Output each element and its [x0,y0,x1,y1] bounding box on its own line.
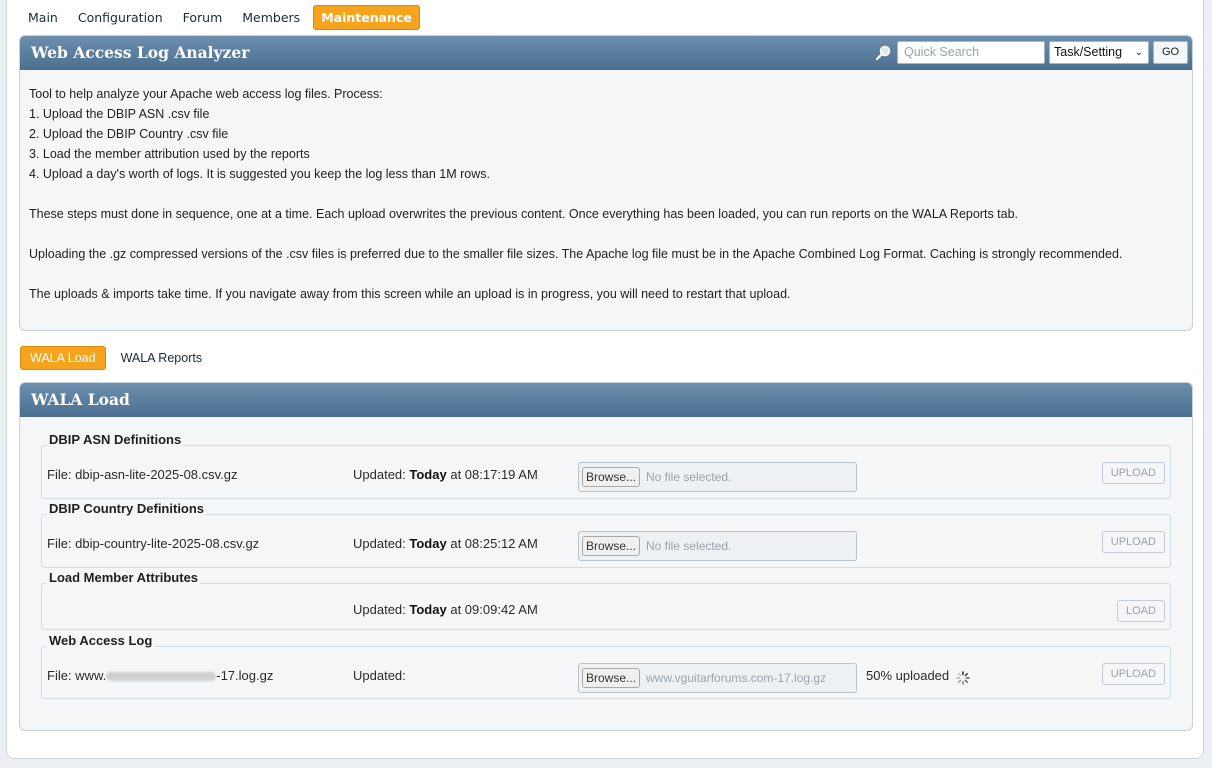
intro-text: Tool to help analyze your Apache web acc… [20,70,1192,304]
loading-spinner-icon [956,671,970,685]
analyzer-panel-header: Web Access Log Analyzer Quick Search Tas… [20,36,1192,70]
weblog-upload-button[interactable]: UPLOAD [1101,663,1165,685]
intro-line: 4. Upload a day's worth of logs. It is s… [29,167,490,181]
asn-updated: Updated: Today at 08:17:19 AM [353,467,538,482]
top-nav: Main Configuration Forum Members Mainten… [21,5,420,30]
nav-tab-maintenance[interactable]: Maintenance [313,5,420,30]
quick-search-type-select[interactable]: Task/Setting ⌄ [1049,41,1149,64]
asn-file-status: No file selected. [646,470,732,484]
asn-browse-button[interactable]: Browse... [582,467,640,487]
country-file-name: File: dbip-country-lite-2025-08.csv.gz [47,536,260,551]
nav-tab-main[interactable]: Main [21,5,65,30]
country-file-input[interactable]: Browse... No file selected. [578,531,857,561]
weblog-file-status: www.vguitarforums.com-17.log.gz [646,671,827,685]
go-button[interactable]: GO [1153,41,1188,64]
members-load-button[interactable]: LOAD [1117,600,1165,622]
admin-page: Main Configuration Forum Members Mainten… [6,0,1204,759]
intro-sequence-paragraph: These steps must done in sequence, one a… [29,207,1019,221]
redacted-block [106,672,217,682]
quick-search-input[interactable]: Quick Search [897,41,1045,64]
weblog-browse-button[interactable]: Browse... [582,668,640,688]
country-legend: DBIP Country Definitions [47,501,207,516]
members-legend: Load Member Attributes [47,570,201,585]
wala-load-title: WALA Load [31,390,130,409]
upload-progress-text: 50% uploaded [866,668,950,683]
country-file-status: No file selected. [646,539,732,553]
weblog-updated-label: Updated: [353,668,406,683]
search-icon[interactable] [874,44,892,62]
asn-upload-button[interactable]: UPLOAD [1101,462,1165,484]
intro-line: 3. Load the member attribution used by t… [29,147,310,161]
intro-line: 1. Upload the DBIP ASN .csv file [29,107,210,121]
chevron-down-icon: ⌄ [1134,47,1143,58]
wala-load-panel: WALA Load DBIP ASN Definitions File: dbi… [19,382,1193,731]
nav-tab-forum[interactable]: Forum [176,5,230,30]
asn-file-input[interactable]: Browse... No file selected. [578,462,857,492]
sub-tabs: WALA Load WALA Reports [20,346,211,370]
country-fieldset: DBIP Country Definitions File: dbip-coun… [41,501,1171,568]
weblog-file-input[interactable]: Browse... www.vguitarforums.com-17.log.g… [578,663,857,693]
asn-fieldset: DBIP ASN Definitions File: dbip-asn-lite… [41,432,1171,499]
intro-line: Tool to help analyze your Apache web acc… [29,87,383,101]
members-fieldset: Load Member Attributes Updated: Today at… [41,570,1171,630]
tab-wala-load[interactable]: WALA Load [20,346,106,370]
page-title: Web Access Log Analyzer [31,43,250,62]
intro-time-paragraph: The uploads & imports take time. If you … [29,287,791,301]
intro-line: 2. Upload the DBIP Country .csv file [29,127,229,141]
intro-gz-paragraph: Uploading the .gz compressed versions of… [29,247,1123,261]
weblog-legend: Web Access Log [47,633,155,648]
tab-wala-reports[interactable]: WALA Reports [112,346,212,370]
nav-tab-configuration[interactable]: Configuration [71,5,170,30]
quick-search-type-value: Task/Setting [1054,45,1123,59]
country-updated: Updated: Today at 08:25:12 AM [353,536,538,551]
country-browse-button[interactable]: Browse... [582,536,640,556]
weblog-fieldset: Web Access Log File: www. -17.log.gz Upda… [41,633,1171,699]
members-updated: Updated: Today at 09:09:42 AM [353,602,538,617]
asn-legend: DBIP ASN Definitions [47,432,184,447]
analyzer-panel: Web Access Log Analyzer Quick Search Tas… [19,35,1193,331]
nav-tab-members[interactable]: Members [235,5,307,30]
weblog-file-name: File: www. -17.log.gz [47,668,274,683]
asn-file-name: File: dbip-asn-lite-2025-08.csv.gz [47,467,238,482]
country-upload-button[interactable]: UPLOAD [1101,531,1165,553]
wala-load-header: WALA Load [20,383,1192,417]
